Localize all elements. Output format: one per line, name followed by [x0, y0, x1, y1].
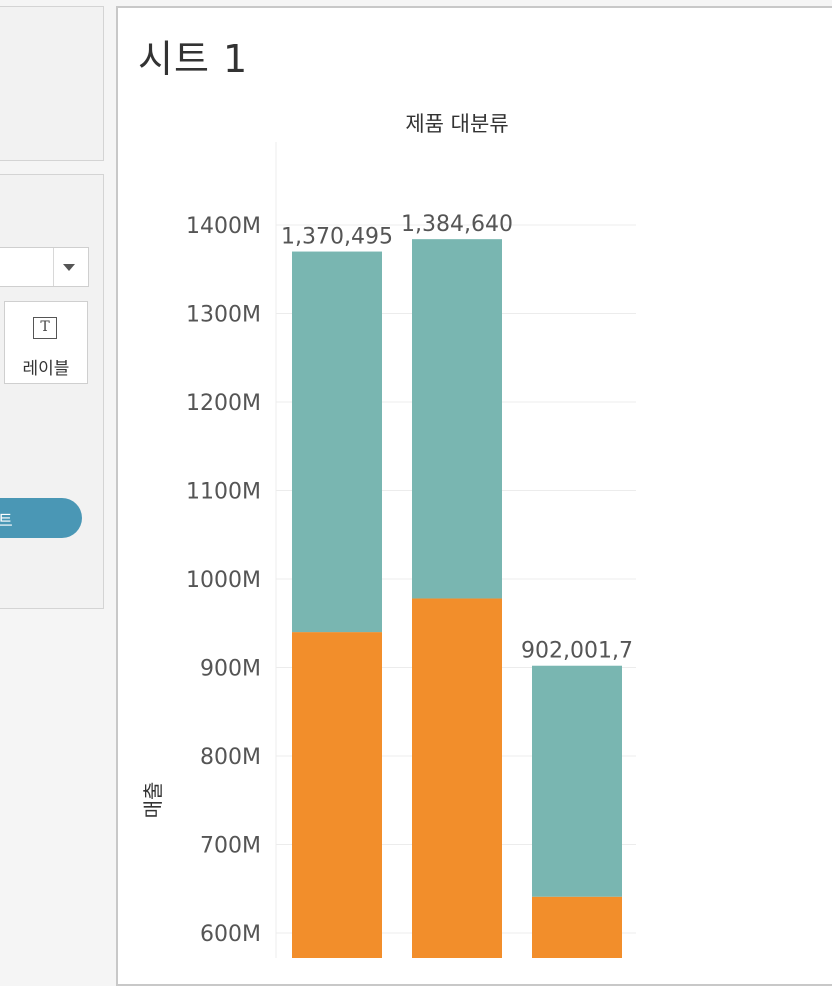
bar-segment-lower[interactable]	[532, 896, 622, 958]
y-tick-label: 1400M	[186, 214, 261, 239]
bar-segment-upper[interactable]	[412, 239, 502, 599]
y-tick-label: 1200M	[186, 391, 261, 416]
y-tick-label: 1000M	[186, 568, 261, 593]
bar-total-label: 1,384,640	[401, 212, 513, 237]
y-tick-label: 1100M	[186, 480, 261, 505]
y-tick-label: 700M	[200, 834, 261, 859]
bar-segment-upper[interactable]	[532, 665, 622, 897]
stacked-bar-chart: 제품 대분류 매출 600M 700M 800M 900M 1000M 1100M 1200…	[141, 112, 636, 958]
y-tick-label: 900M	[200, 657, 261, 682]
y-tick-label: 800M	[200, 745, 261, 770]
bar-segment-lower[interactable]	[412, 598, 502, 958]
y-axis-title: 매출	[141, 782, 165, 819]
y-tick-label: 600M	[200, 922, 261, 947]
bar-total-label: 1,370,495	[281, 225, 393, 250]
column-header: 제품 대분류	[405, 112, 508, 136]
bar-total-label: 902,001,7	[521, 639, 633, 664]
bar-segment-upper[interactable]	[292, 251, 382, 633]
y-tick-label: 1300M	[186, 303, 261, 328]
bar-segment-lower[interactable]	[292, 632, 382, 958]
